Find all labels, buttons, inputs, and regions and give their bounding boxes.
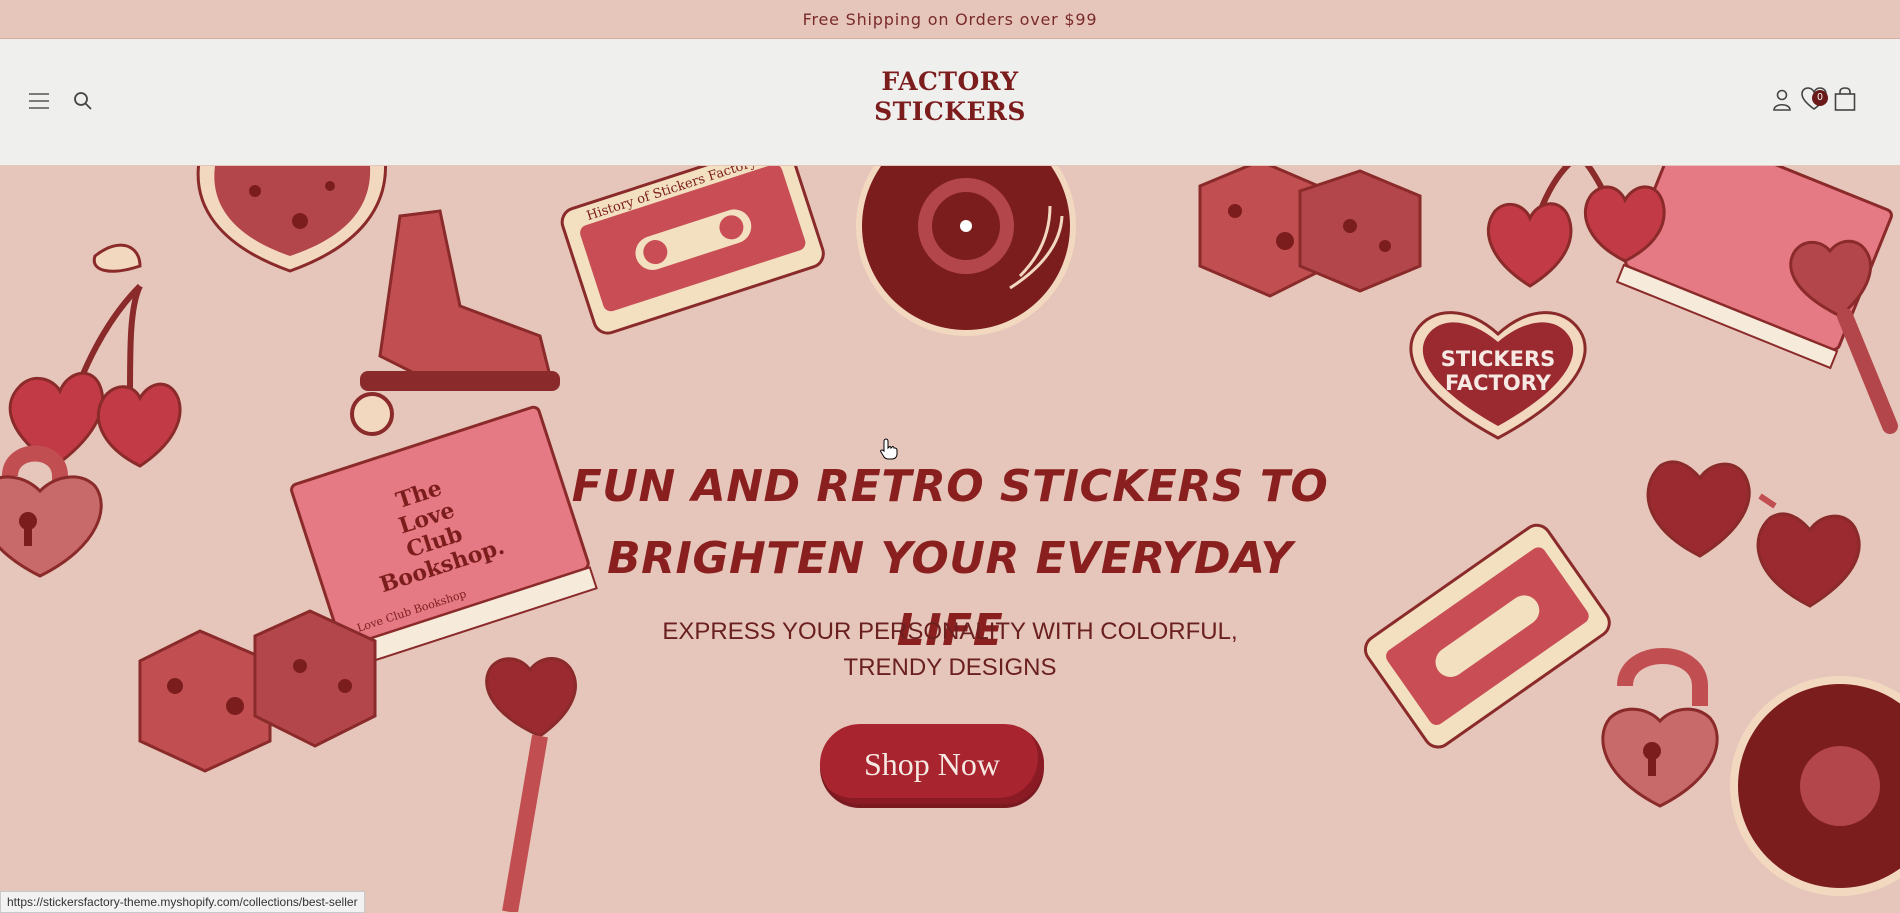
shop-now-button[interactable]: Shop Now (820, 724, 1044, 804)
hero-subtitle-line-2: TRENDY DESIGNS (843, 654, 1057, 681)
cart-count-badge: 0 (1812, 90, 1828, 106)
heart-sunglasses-sticker (1646, 460, 1861, 608)
logo-line-2: STICKERS (874, 97, 1026, 126)
browser-status-url: https://stickersfactory-theme.myshopify.… (0, 891, 365, 913)
hand-cursor-icon (880, 438, 898, 465)
stickers-factory-badge: STICKERS FACTORY (1409, 311, 1587, 440)
site-logo[interactable]: FACTORY STICKERS (862, 67, 1038, 139)
hero-banner: History of Stickers Factory STICKERS FAC… (0, 166, 1900, 912)
hero-subtitle: EXPRESS YOUR PERSONALITY WITH COLORFUL, … (640, 614, 1260, 686)
hero-subtitle-line-1: EXPRESS YOUR PERSONALITY WITH COLORFUL, (662, 618, 1238, 645)
announcement-bar: Free Shipping on Orders over $99 (0, 0, 1900, 39)
lock-sticker (0, 445, 103, 578)
site-header: FACTORY STICKERS 0 (0, 39, 1900, 165)
cassette-sticker: History of Stickers Factory (560, 166, 825, 335)
wishlist-icon[interactable]: 0 (1800, 86, 1828, 112)
heart-sticker (196, 166, 388, 273)
search-icon[interactable] (70, 89, 96, 113)
lock-bottom-sticker (1601, 648, 1719, 808)
heart-key-sticker (485, 657, 577, 912)
account-icon[interactable] (1770, 88, 1794, 112)
hero-headline-line-1: FUN AND RETRO STICKERS TO (571, 461, 1329, 512)
cherries-sticker (8, 243, 182, 468)
dice-bottom-sticker (138, 609, 377, 773)
dice-sticker (1198, 166, 1422, 298)
announcement-text: Free Shipping on Orders over $99 (802, 9, 1098, 29)
badge-text-line-2: FACTORY (1445, 371, 1552, 395)
menu-icon[interactable] (26, 89, 52, 113)
vinyl-record-sticker (856, 166, 1076, 336)
cassette-right-sticker (1363, 523, 1611, 749)
badge-text-line-1: STICKERS (1441, 347, 1556, 371)
vinyl-record-bottom-sticker (1730, 676, 1900, 896)
cart-icon[interactable] (1832, 85, 1858, 113)
logo-line-1: FACTORY (881, 67, 1019, 96)
